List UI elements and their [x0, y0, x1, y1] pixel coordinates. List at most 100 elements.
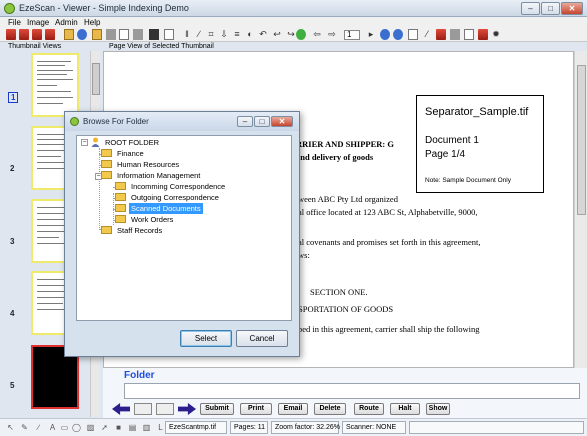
separator-page: Page 1/4 — [425, 149, 466, 160]
thumbnail-page-1[interactable] — [31, 53, 79, 117]
document-section-subheading: SPORTATION OF GOODS — [298, 304, 394, 314]
folder-icon — [115, 215, 126, 224]
rotate-icon[interactable]: ↶ — [258, 29, 268, 40]
scan-settings-icon[interactable] — [45, 29, 55, 40]
separator-filename: Separator_Sample.tif — [425, 106, 529, 118]
folder-icon — [101, 160, 112, 169]
print-button[interactable]: Print — [240, 403, 272, 415]
pointer-icon[interactable]: ↖ — [6, 423, 15, 432]
highlight-icon[interactable] — [436, 29, 446, 40]
document-icon[interactable] — [164, 29, 174, 40]
folder-tree[interactable]: − ROOT FOLDER Finance Human Resources − … — [76, 135, 292, 321]
scan-duplex-icon[interactable] — [19, 29, 29, 40]
main-toolbar: ‖ ∕ ⌗ ⇩ ≡ ◐ ↶ ↩ ↪ ⇦ ⇨ ▸ ⁄ ✹ — [0, 28, 587, 42]
thumbnail-panel-label: Thumbnail Views — [8, 43, 62, 50]
contrast-icon[interactable]: ◐ — [245, 29, 255, 40]
page-view-scroll-thumb[interactable] — [577, 65, 586, 215]
highlight-tool-icon[interactable]: ▨ — [86, 423, 95, 432]
notes-icon[interactable] — [464, 29, 474, 40]
scan-icon[interactable] — [6, 29, 16, 40]
tree-item-information-management[interactable]: Information Management — [101, 170, 202, 181]
arrow-tool-icon[interactable]: ➚ — [100, 423, 109, 432]
crop-icon[interactable]: ⌗ — [206, 29, 216, 40]
line-tool-icon[interactable]: ∕ — [34, 423, 43, 432]
tree-item-scanned-documents[interactable]: Scanned Documents — [115, 203, 203, 214]
show-button[interactable]: Show — [426, 403, 450, 415]
dialog-maximize-button[interactable]: □ — [254, 116, 270, 127]
tree-item-finance[interactable]: Finance — [101, 148, 146, 159]
copy-icon[interactable] — [133, 29, 143, 40]
zoom-in-icon[interactable] — [380, 29, 390, 40]
document-text-line: bed in this agreement, carrier shall shi… — [298, 324, 480, 334]
page-number-field[interactable]: 1 — [344, 30, 360, 40]
open-folder-icon[interactable] — [64, 29, 74, 40]
separator-document: Document 1 — [425, 135, 479, 146]
select-button[interactable]: Select — [180, 330, 232, 347]
annotate-icon[interactable]: ⁄ — [422, 29, 432, 40]
text-edit-icon[interactable] — [156, 403, 174, 415]
tree-item-human-resources[interactable]: Human Resources — [101, 159, 181, 170]
menu-help[interactable]: Help — [84, 17, 100, 28]
menu-file[interactable]: File — [8, 17, 21, 28]
status-bar: ↖ ✎ ∕ A ▭ ◯ ▨ ➚ ■ ▤ ▥ L EzeScantmp.tif P… — [0, 418, 587, 436]
split-icon[interactable]: ‖ — [182, 29, 192, 40]
settings-sun-icon[interactable]: ✹ — [491, 29, 501, 40]
scan-batch-icon[interactable] — [32, 29, 42, 40]
halt-button[interactable]: Halt — [390, 403, 420, 415]
dialog-minimize-button[interactable]: – — [237, 116, 253, 127]
import-icon[interactable] — [92, 29, 102, 40]
field-separator-icon[interactable] — [134, 403, 152, 415]
filled-rect-tool-icon[interactable]: ■ — [114, 423, 123, 432]
rectangle-tool-icon[interactable]: ▭ — [60, 423, 69, 432]
tree-item-root[interactable]: ROOT FOLDER — [91, 137, 161, 148]
close-button[interactable]: ✕ — [561, 2, 583, 15]
thumbnail-number: 3 — [10, 237, 15, 246]
download-icon[interactable]: ⇩ — [219, 29, 229, 40]
delete-button[interactable]: Delete — [314, 403, 346, 415]
route-button[interactable]: Route — [354, 403, 384, 415]
redo-icon[interactable]: ↪ — [286, 29, 296, 40]
undo-icon[interactable]: ↩ — [272, 29, 282, 40]
first-page-icon[interactable]: ▸ — [366, 29, 376, 40]
ellipse-tool-icon[interactable]: ◯ — [72, 423, 81, 432]
maximize-button[interactable]: □ — [541, 2, 560, 15]
previous-page-icon[interactable]: ⇦ — [312, 29, 322, 40]
text-tool-icon[interactable]: A — [48, 423, 57, 432]
thumbnail-scroll-thumb[interactable] — [92, 63, 100, 95]
email-button[interactable]: Email — [278, 403, 308, 415]
menu-admin[interactable]: Admin — [55, 17, 78, 28]
pen-icon[interactable]: ∕ — [194, 29, 204, 40]
ocr-icon[interactable] — [296, 29, 306, 40]
export-icon[interactable] — [149, 29, 159, 40]
app-logo-icon — [4, 3, 15, 14]
save-icon[interactable] — [77, 29, 87, 40]
stamp-icon[interactable] — [478, 29, 488, 40]
cancel-button[interactable]: Cancel — [236, 330, 288, 347]
minimize-button[interactable]: – — [521, 2, 540, 15]
folder-field-input[interactable] — [124, 383, 580, 399]
dialog-app-icon — [70, 117, 79, 126]
filter-icon[interactable]: ≡ — [232, 29, 242, 40]
fit-page-icon[interactable] — [408, 29, 418, 40]
tree-item-incomming-correspondence[interactable]: Incomming Correspondence — [115, 181, 227, 192]
print-icon[interactable] — [106, 29, 116, 40]
zoom-out-icon[interactable] — [393, 29, 403, 40]
thumbnail-number: 5 — [10, 381, 15, 390]
tree-item-outgoing-correspondence[interactable]: Outgoing Correspondence — [115, 192, 221, 203]
note-tool-icon[interactable]: ▤ — [128, 423, 137, 432]
next-page-icon[interactable]: ⇨ — [327, 29, 337, 40]
tree-item-work-orders[interactable]: Work Orders — [115, 214, 175, 225]
line-style-icon[interactable]: L — [156, 423, 165, 432]
page-view-scrollbar[interactable] — [574, 51, 587, 368]
dialog-close-button[interactable]: ✕ — [271, 116, 293, 127]
redact-icon[interactable] — [450, 29, 460, 40]
page-icon[interactable] — [119, 29, 129, 40]
stamp-tool-icon[interactable]: ▥ — [142, 423, 151, 432]
collapse-root-toggle[interactable]: − — [81, 139, 88, 146]
folder-icon — [101, 226, 112, 235]
menu-image[interactable]: Image — [27, 17, 49, 28]
tree-item-staff-records[interactable]: Staff Records — [101, 225, 164, 236]
document-text-line: al office located at 123 ABC St, Alphabe… — [298, 207, 478, 217]
pen-tool-icon[interactable]: ✎ — [20, 423, 29, 432]
submit-button[interactable]: Submit — [200, 403, 234, 415]
